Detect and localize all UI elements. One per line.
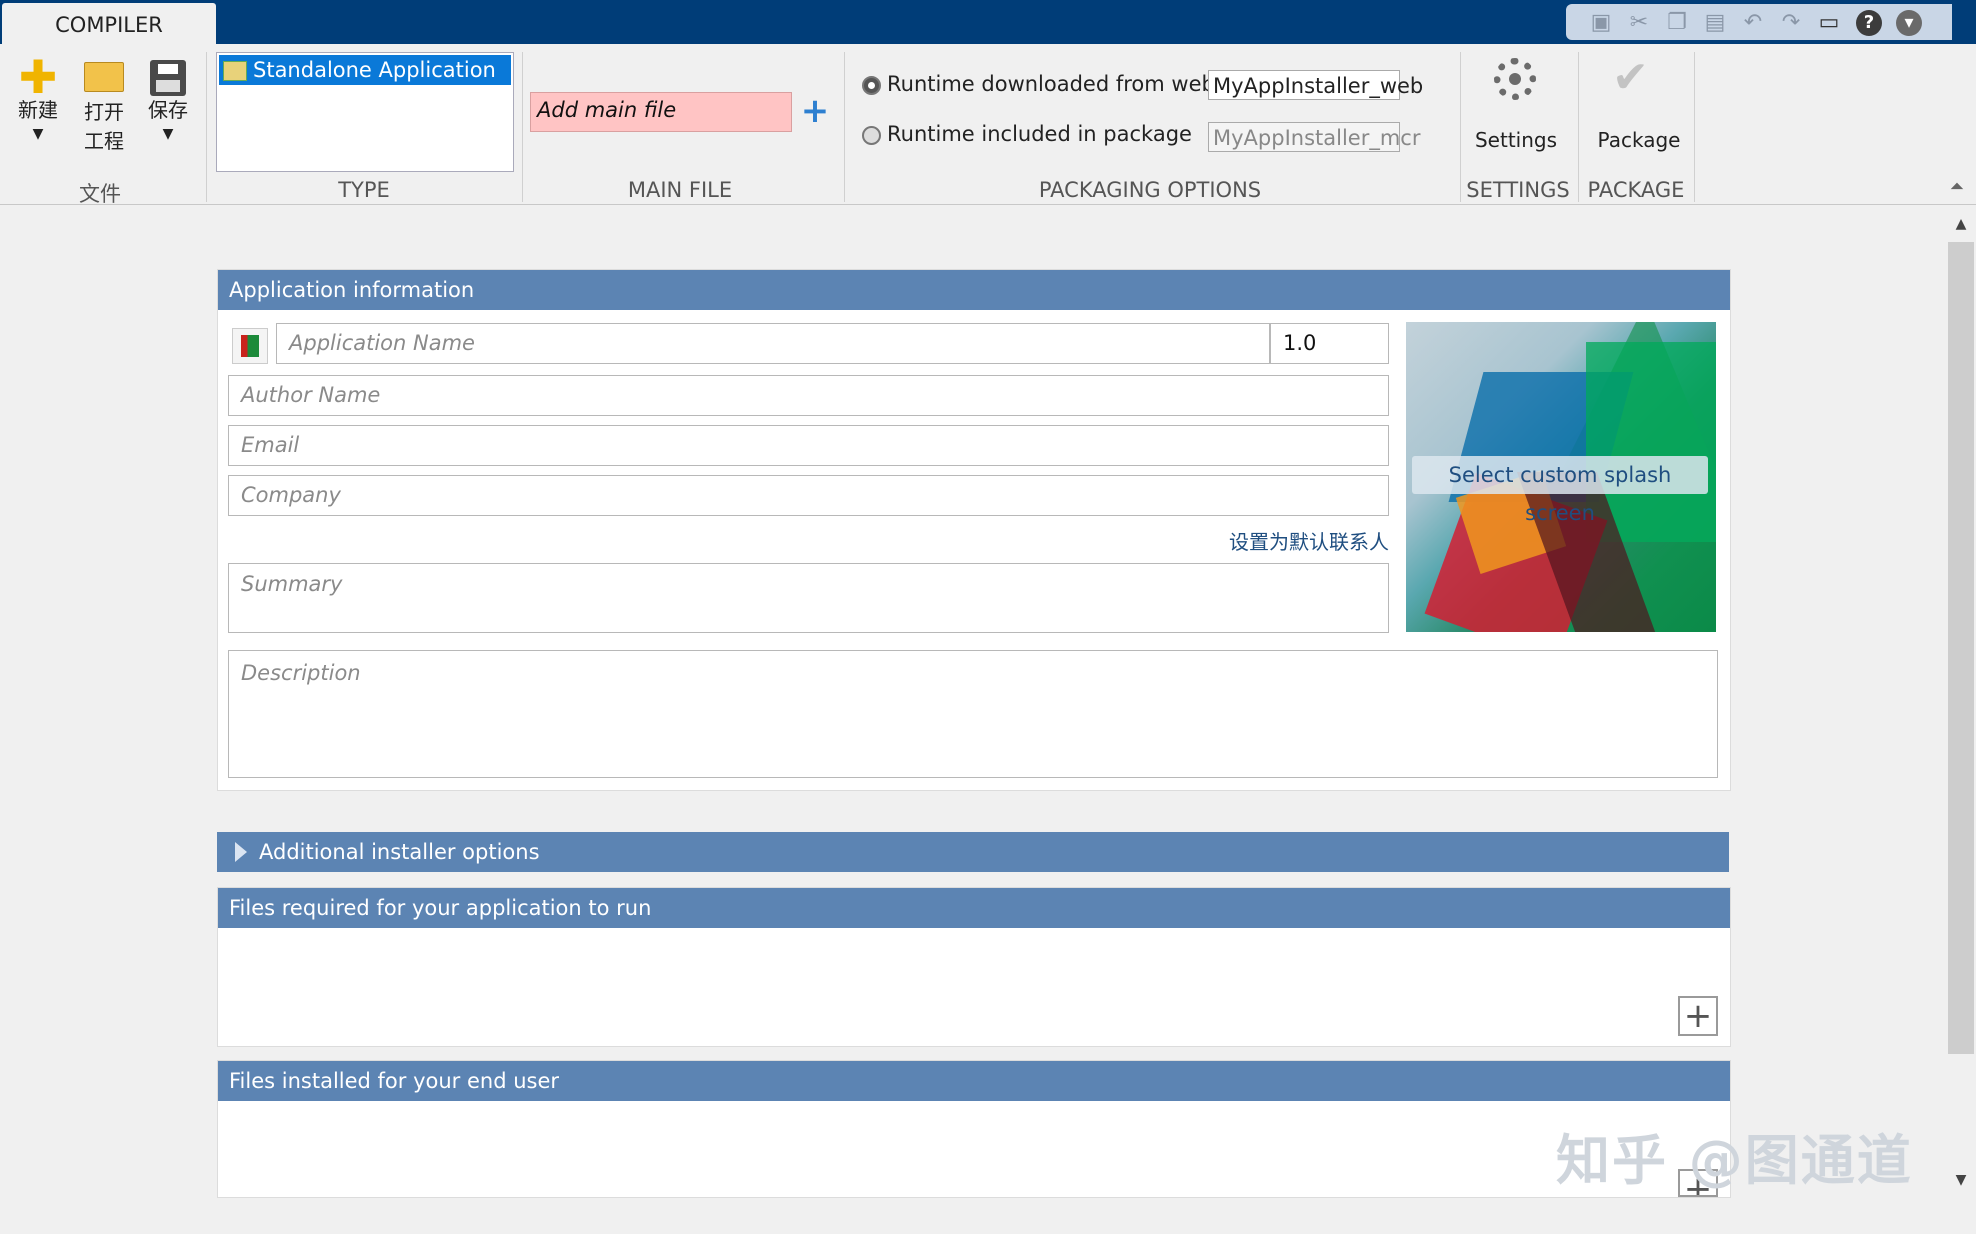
new-label: 新建 bbox=[18, 98, 58, 122]
scroll-up-icon[interactable]: ▲ bbox=[1948, 216, 1974, 232]
add-main-file-icon[interactable]: + bbox=[800, 94, 830, 128]
chevron-down-icon: ▼ bbox=[162, 126, 174, 142]
help-icon[interactable]: ? bbox=[1856, 10, 1882, 36]
files-required-panel: Files required for your application to r… bbox=[217, 887, 1731, 1047]
app-icon[interactable] bbox=[232, 328, 268, 364]
summary-input[interactable]: Summary bbox=[228, 563, 1389, 633]
runtime-web-input[interactable]: MyAppInstaller_web bbox=[1208, 70, 1423, 100]
project-label: 工程 bbox=[84, 129, 124, 153]
main-file-field[interactable]: Add main file bbox=[530, 92, 792, 132]
settings-label: Settings bbox=[1474, 128, 1558, 152]
section-label-type: TYPE bbox=[338, 178, 390, 202]
section-label-package: PACKAGE bbox=[1587, 178, 1685, 202]
section-label-file: 文件 bbox=[79, 182, 121, 206]
toolstrip: ✚ 新建 ▼ 打开 工程 保存 ▼ 文件 Standalone Applicat… bbox=[0, 44, 1976, 206]
scroll-thumb[interactable] bbox=[1948, 242, 1974, 1054]
divider bbox=[1694, 52, 1695, 202]
new-button[interactable]: ✚ 新建 ▼ bbox=[10, 50, 66, 143]
window-icon[interactable]: ▭ bbox=[1816, 10, 1842, 36]
files-installed-panel: Files installed for your end user + bbox=[217, 1060, 1731, 1198]
select-splash-button[interactable]: Select custom splash screen bbox=[1412, 456, 1708, 525]
runtime-package-input[interactable]: MyAppInstaller_mcr bbox=[1208, 122, 1420, 152]
add-required-file-button[interactable]: + bbox=[1678, 996, 1718, 1036]
radio-runtime-web[interactable] bbox=[862, 76, 881, 95]
divider bbox=[1460, 52, 1461, 202]
checkmark-icon: ✔ bbox=[1612, 52, 1649, 103]
divider bbox=[522, 52, 523, 202]
application-icon bbox=[223, 61, 247, 81]
version-input[interactable]: 1.0 bbox=[1270, 323, 1389, 364]
application-name-input[interactable]: Application Name bbox=[276, 323, 1270, 364]
additional-options-section[interactable]: Additional installer options bbox=[217, 832, 1729, 872]
scroll-down-icon[interactable]: ▼ bbox=[1948, 1172, 1974, 1188]
chevron-down-icon: ▼ bbox=[32, 126, 44, 142]
plus-icon: ✚ bbox=[18, 50, 58, 104]
undo-icon[interactable]: ↶ bbox=[1740, 10, 1766, 36]
folder-icon bbox=[84, 62, 124, 92]
additional-options-header[interactable]: Additional installer options bbox=[217, 832, 1729, 872]
expand-arrow-icon[interactable] bbox=[235, 842, 247, 862]
files-installed-header: Files installed for your end user bbox=[218, 1061, 1730, 1101]
type-item-label: Standalone Application bbox=[253, 58, 496, 82]
watermark: 知乎 @图通道 bbox=[1556, 1129, 1913, 1192]
divider bbox=[844, 52, 845, 202]
collapse-toolstrip-icon[interactable]: ⏶ bbox=[1946, 176, 1968, 197]
type-item-standalone[interactable]: Standalone Application bbox=[219, 55, 511, 85]
runtime-package-label: Runtime included in package bbox=[887, 122, 1192, 146]
save-icon[interactable]: ▣ bbox=[1588, 10, 1614, 36]
tab-compiler[interactable]: COMPILER bbox=[2, 3, 216, 44]
section-label-main-file: MAIN FILE bbox=[627, 178, 733, 202]
section-label-settings: SETTINGS bbox=[1466, 178, 1570, 202]
quick-access-toolbar: ▣ ✂ ❐ ▤ ↶ ↷ ▭ ? ▾ bbox=[1566, 4, 1952, 40]
files-required-header: Files required for your application to r… bbox=[218, 888, 1730, 928]
application-info-header: Application information bbox=[218, 270, 1730, 310]
company-input[interactable]: Company bbox=[228, 475, 1389, 516]
radio-runtime-package[interactable] bbox=[862, 126, 881, 145]
divider bbox=[1578, 52, 1579, 202]
email-input[interactable]: Email bbox=[228, 425, 1389, 466]
author-name-input[interactable]: Author Name bbox=[228, 375, 1389, 416]
save-label: 保存 bbox=[148, 98, 188, 122]
package-label: Package bbox=[1597, 128, 1681, 152]
divider bbox=[206, 52, 207, 202]
description-input[interactable]: Description bbox=[228, 650, 1718, 778]
dropdown-icon[interactable]: ▾ bbox=[1896, 10, 1922, 36]
gear-icon bbox=[1494, 58, 1536, 100]
type-list[interactable]: Standalone Application bbox=[216, 52, 514, 172]
paste-icon[interactable]: ▤ bbox=[1702, 10, 1728, 36]
runtime-web-label: Runtime downloaded from web bbox=[887, 72, 1215, 96]
floppy-icon bbox=[150, 60, 186, 96]
set-default-contact-link[interactable]: 设置为默认联系人 bbox=[1100, 526, 1389, 555]
open-project-button[interactable]: 打开 工程 bbox=[74, 58, 134, 156]
section-label-packaging: PACKAGING OPTIONS bbox=[1038, 178, 1262, 202]
save-button[interactable]: 保存 ▼ bbox=[140, 58, 196, 143]
redo-icon[interactable]: ↷ bbox=[1778, 10, 1804, 36]
copy-icon[interactable]: ❐ bbox=[1664, 10, 1690, 36]
splash-screen-image[interactable]: Select custom splash screen bbox=[1406, 322, 1716, 632]
cut-icon[interactable]: ✂ bbox=[1626, 10, 1652, 36]
open-label: 打开 bbox=[84, 100, 124, 124]
main-file-placeholder: Add main file bbox=[537, 98, 677, 122]
